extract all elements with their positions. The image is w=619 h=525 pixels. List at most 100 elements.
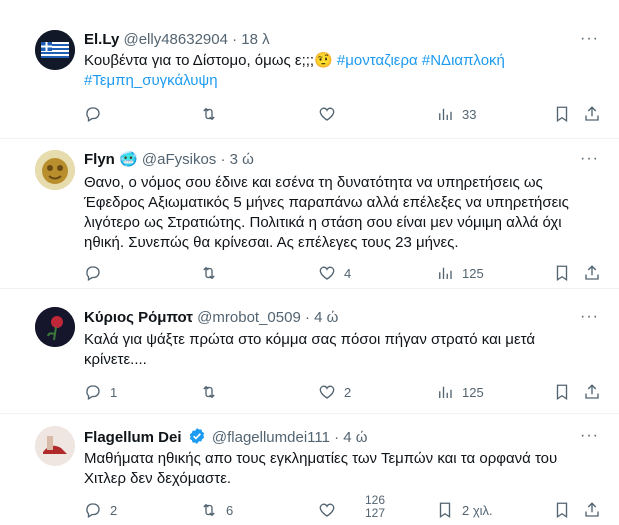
user-handle[interactable]: @elly48632904	[123, 31, 227, 48]
retweet-icon	[203, 107, 215, 121]
fashion-shoe-avatar-image	[35, 426, 75, 466]
separator-dot: ·	[304, 309, 310, 326]
bookmark-button[interactable]	[553, 104, 571, 124]
retweet-icon	[203, 385, 215, 399]
views-button[interactable]: 33	[436, 104, 476, 124]
retweet-icon	[203, 266, 215, 280]
reply-button[interactable]	[84, 104, 102, 124]
like-button[interactable]	[318, 500, 336, 520]
display-name[interactable]: Flyn	[84, 151, 115, 168]
hashtag-link[interactable]: #μονταζιερα	[337, 52, 418, 69]
more-icon[interactable]: ···	[580, 308, 599, 326]
tweet[interactable]: El.Ly @elly48632904 · 18 λ ··· Κουβέντα …	[0, 0, 619, 139]
bookmark-icon	[439, 502, 451, 519]
views-icon	[439, 267, 452, 279]
share-button[interactable]	[583, 500, 601, 520]
tweet-header: Κύριος Ρόμποτ @mrobot_0509 · 4 ώ	[84, 308, 338, 328]
tweet-actions: 1 2 125	[0, 382, 619, 402]
like-count: 4	[344, 265, 352, 281]
user-handle[interactable]: @flagellumdei111	[212, 429, 330, 446]
reply-icon	[86, 107, 100, 122]
golden-mask-avatar-image	[35, 150, 75, 190]
timestamp[interactable]: 4 ώ	[314, 309, 338, 326]
more-icon[interactable]: ···	[580, 427, 599, 445]
like-icon	[319, 107, 335, 121]
views-button[interactable]: 125	[436, 263, 484, 283]
bookmark-count: 2 χιλ.	[462, 502, 493, 518]
user-handle[interactable]: @aFysikos	[142, 151, 216, 168]
more-icon[interactable]: ···	[580, 30, 599, 48]
tweet[interactable]: Κύριος Ρόμποτ @mrobot_0509 · 4 ώ ··· Καλ…	[0, 289, 619, 414]
views-count-rolling: 126 127	[365, 494, 385, 522]
tweet-header: El.Ly @elly48632904 · 18 λ	[84, 30, 270, 50]
reply-icon	[86, 385, 100, 400]
like-button[interactable]: 4	[318, 263, 351, 283]
reply-button[interactable]	[84, 263, 102, 283]
rose-avatar-image	[35, 307, 75, 347]
tweet[interactable]: Flyn 🥶 @aFysikos · 3 ώ ··· Θανο, ο νόμος…	[0, 139, 619, 289]
retweet-button[interactable]	[200, 104, 218, 124]
avatar[interactable]	[35, 150, 75, 190]
bookmark-count-button[interactable]: 2 χιλ.	[436, 500, 493, 520]
reply-count: 1	[110, 384, 118, 400]
bookmark-button[interactable]	[553, 500, 571, 520]
tweet-header: Flagellum Dei @flagellumdei111 · 4 ώ	[84, 427, 368, 448]
display-name[interactable]: Κύριος Ρόμποτ	[84, 309, 193, 326]
avatar[interactable]	[35, 426, 75, 466]
avatar[interactable]	[35, 307, 75, 347]
retweet-count: 6	[226, 502, 234, 518]
hashtag-link[interactable]: #Τεμπη_συγκάλυψη	[84, 72, 218, 89]
like-icon	[319, 503, 335, 517]
reply-icon	[86, 266, 100, 281]
share-icon	[585, 502, 599, 517]
retweet-button[interactable]	[200, 382, 218, 402]
name-emoji: 🥶	[119, 151, 138, 168]
user-handle[interactable]: @mrobot_0509	[197, 309, 301, 326]
tweet-text: Κουβέντα για το Δίστομο, όμως ε;;;🤨 #μον…	[84, 51, 584, 91]
views-icon	[439, 108, 452, 120]
like-button[interactable]: 2	[318, 382, 351, 402]
timestamp[interactable]: 18 λ	[241, 31, 269, 48]
avatar[interactable]	[35, 30, 75, 70]
reply-button[interactable]: 2	[84, 500, 117, 520]
views-count: 125	[462, 384, 484, 400]
bookmark-button[interactable]	[553, 263, 571, 283]
views-icon	[439, 386, 452, 398]
timestamp[interactable]: 3 ώ	[230, 151, 254, 168]
reply-icon	[86, 503, 100, 518]
greek-flag-avatar-image	[35, 30, 75, 70]
reply-button[interactable]: 1	[84, 382, 117, 402]
views-count: 125	[462, 265, 484, 281]
more-icon[interactable]: ···	[580, 150, 599, 168]
retweet-button[interactable]: 6	[200, 500, 233, 520]
display-name[interactable]: El.Ly	[84, 31, 119, 48]
views-button[interactable]: 125	[436, 382, 484, 402]
tweet-actions: 4 125	[0, 263, 619, 283]
share-icon	[585, 384, 599, 399]
share-icon	[585, 265, 599, 280]
share-button[interactable]	[583, 104, 601, 124]
like-icon	[319, 385, 335, 399]
bookmark-icon	[556, 265, 568, 282]
share-button[interactable]	[583, 382, 601, 402]
hashtag-link[interactable]: #ΝΔιαπλοκή	[422, 52, 505, 69]
like-count: 2	[344, 384, 352, 400]
retweet-button[interactable]	[200, 263, 218, 283]
tweet[interactable]: Flagellum Dei @flagellumdei111 · 4 ώ ···…	[0, 414, 619, 525]
tweet-text-plain: Κουβέντα για το Δίστομο, όμως ε;;;🤨	[84, 52, 337, 69]
reply-count: 2	[110, 502, 118, 518]
tweet-text: Καλά για ψάξτε πρώτα στο κόμμα σας πόσοι…	[84, 331, 536, 368]
separator-dot: ·	[232, 31, 238, 48]
bookmark-button[interactable]	[553, 382, 571, 402]
like-icon	[319, 266, 335, 280]
timestamp[interactable]: 4 ώ	[343, 429, 367, 446]
display-name[interactable]: Flagellum Dei	[84, 429, 182, 446]
verified-icon	[189, 428, 204, 444]
tweet-actions: 2 6 126 127 2 χιλ.	[0, 494, 619, 520]
retweet-icon	[203, 503, 215, 517]
share-icon	[585, 106, 599, 121]
separator-dot: ·	[334, 429, 340, 446]
like-button[interactable]	[318, 104, 336, 124]
share-button[interactable]	[583, 263, 601, 283]
bookmark-icon	[556, 502, 568, 519]
